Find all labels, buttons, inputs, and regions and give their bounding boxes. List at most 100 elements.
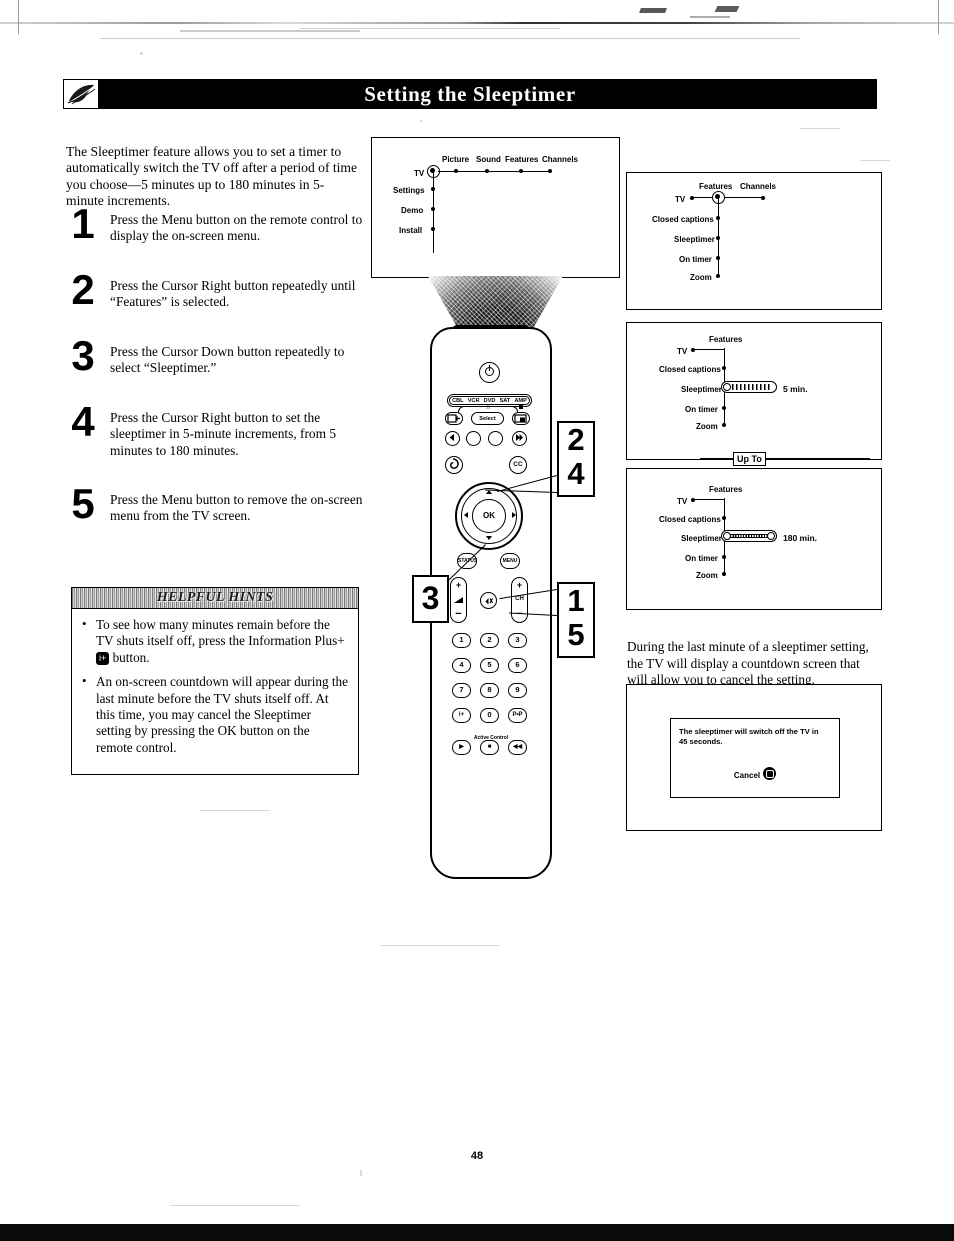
volume-up-label[interactable]: + xyxy=(451,581,466,590)
menu-dot-icon xyxy=(519,169,523,173)
cursor-right-icon[interactable] xyxy=(512,512,516,518)
tv-screen-sleeptimer-180min: TV Features Closed captions Sleeptimer 1… xyxy=(626,468,882,610)
scan-artifact-dust xyxy=(140,52,143,55)
numpad-button-9[interactable]: 9 xyxy=(508,683,527,698)
numpad-button-8[interactable]: 8 xyxy=(480,683,499,698)
scan-artifact-dust xyxy=(200,810,270,811)
menu-button[interactable]: MENU xyxy=(500,553,520,569)
numpad-button-4[interactable]: 4 xyxy=(452,658,471,673)
bottom-button-center[interactable]: ■ xyxy=(480,740,499,755)
channel-rocker[interactable]: + CH − xyxy=(511,577,528,623)
select-button[interactable]: Select xyxy=(471,412,504,425)
volume-down-label[interactable]: − xyxy=(451,609,466,620)
menu-root-label: TV xyxy=(414,169,425,178)
fast-forward-button[interactable] xyxy=(512,431,527,446)
callout-line: 4 xyxy=(567,456,585,491)
channel-down-label[interactable]: − xyxy=(512,609,527,620)
menu-item-sleeptimer[interactable]: Sleeptimer xyxy=(674,235,715,244)
menu-item-on-timer[interactable]: On timer xyxy=(685,405,718,414)
numpad-button-5[interactable]: 5 xyxy=(480,658,499,673)
menu-item-picture[interactable]: Picture xyxy=(442,155,469,164)
closed-caption-button[interactable]: CC xyxy=(509,456,527,474)
step-item: 1 Press the Menu button on the remote co… xyxy=(66,202,366,258)
countdown-cancel-row[interactable]: Cancel xyxy=(671,767,839,780)
cursor-down-icon[interactable] xyxy=(486,536,492,540)
sleeptimer-slider[interactable] xyxy=(721,381,777,393)
device-label-amp[interactable]: AMP xyxy=(514,398,526,404)
step-number: 3 xyxy=(71,332,95,379)
volume-rocker[interactable]: + − xyxy=(450,577,467,623)
info-plus-button[interactable]: i+ xyxy=(452,708,471,723)
menu-item-on-timer[interactable]: On timer xyxy=(685,554,718,563)
bullet-icon: • xyxy=(82,616,87,631)
prev-channel-button[interactable]: P•P xyxy=(508,708,527,723)
menu-item-features[interactable]: Features xyxy=(699,182,732,191)
device-label-sat[interactable]: SAT xyxy=(500,398,511,404)
menu-dot-icon xyxy=(431,187,435,191)
numpad-button-0[interactable]: 0 xyxy=(480,708,499,723)
rewind-button[interactable] xyxy=(445,431,460,446)
menu-item-zoom[interactable]: Zoom xyxy=(696,422,718,431)
channel-up-label[interactable]: + xyxy=(512,581,527,590)
countdown-caption: During the last minute of a sleeptimer s… xyxy=(627,639,869,687)
menu-dot-icon xyxy=(431,227,435,231)
stop-button[interactable] xyxy=(466,431,481,446)
menu-item-sound[interactable]: Sound xyxy=(476,155,501,164)
power-button[interactable] xyxy=(479,362,500,383)
scan-artifact-top-line xyxy=(0,22,954,24)
ok-button[interactable]: OK xyxy=(472,499,506,533)
up-to-connector-line xyxy=(700,458,870,460)
bottom-button-left[interactable]: ▶ xyxy=(452,740,471,755)
menu-item-on-timer[interactable]: On timer xyxy=(679,255,712,264)
bullet-icon: • xyxy=(82,673,87,689)
menu-item-features[interactable]: Features xyxy=(709,485,742,494)
intro-paragraph: The Sleeptimer feature allows you to set… xyxy=(66,143,358,209)
cursor-left-icon[interactable] xyxy=(464,512,468,518)
menu-item-channels[interactable]: Channels xyxy=(542,155,578,164)
surf-button[interactable] xyxy=(445,456,463,474)
menu-item-install[interactable]: Install xyxy=(399,226,422,235)
source-input-button[interactable] xyxy=(445,412,463,425)
device-label-vcr[interactable]: VCR xyxy=(468,398,480,404)
select-button-label: Select xyxy=(479,415,496,422)
sleeptimer-slider[interactable] xyxy=(721,530,777,542)
menu-item-demo[interactable]: Demo xyxy=(401,206,423,215)
helpful-hints-box: HELPFUL HINTS • To see how many minutes r… xyxy=(71,587,359,776)
menu-item-sleeptimer[interactable]: Sleeptimer xyxy=(681,385,722,394)
numpad-button-7[interactable]: 7 xyxy=(452,683,471,698)
callout-line: 1 xyxy=(567,583,585,618)
menu-dot-icon xyxy=(485,169,489,173)
menu-item-closed-captions[interactable]: Closed captions xyxy=(652,215,714,224)
hint-item: • An on-screen countdown will appear duri… xyxy=(80,673,348,756)
device-label-cbl[interactable]: CBL xyxy=(452,398,464,404)
menu-item-closed-captions[interactable]: Closed captions xyxy=(659,515,721,524)
channel-label: CH xyxy=(515,596,524,602)
menu-item-sleeptimer[interactable]: Sleeptimer xyxy=(681,534,722,543)
menu-item-channels[interactable]: Channels xyxy=(740,182,776,191)
numpad-button-6[interactable]: 6 xyxy=(508,658,527,673)
step-text: Press the Cursor Down button repeatedly … xyxy=(110,344,345,376)
step-item: 4 Press the Cursor Right button to set t… xyxy=(66,400,366,472)
step-text: Press the Menu button on the remote cont… xyxy=(110,212,363,244)
menu-connector-h xyxy=(692,197,762,199)
numpad-button-3[interactable]: 3 xyxy=(508,633,527,648)
power-icon-stem xyxy=(488,365,491,371)
bottom-button-right[interactable]: ◀◀ xyxy=(508,740,527,755)
menu-item-closed-captions[interactable]: Closed captions xyxy=(659,365,721,374)
menu-item-settings[interactable]: Settings xyxy=(393,186,425,195)
numpad-button-2[interactable]: 2 xyxy=(480,633,499,648)
menu-item-features[interactable]: Features xyxy=(505,155,538,164)
callout-line: 2 xyxy=(567,422,585,457)
numpad-button-1[interactable]: 1 xyxy=(452,633,471,648)
scan-artifact-dust xyxy=(860,160,890,161)
menu-item-features[interactable]: Features xyxy=(709,335,742,344)
hint-item: • To see how many minutes remain before t… xyxy=(80,616,348,666)
menu-button-label: MENU xyxy=(502,558,518,564)
play-button[interactable] xyxy=(488,431,503,446)
menu-item-zoom[interactable]: Zoom xyxy=(690,273,712,282)
menu-item-zoom[interactable]: Zoom xyxy=(696,571,718,580)
pip-button[interactable] xyxy=(512,412,530,425)
step-number: 4 xyxy=(71,398,95,445)
scan-artifact-speck xyxy=(180,30,360,32)
mute-button[interactable] xyxy=(480,592,497,609)
